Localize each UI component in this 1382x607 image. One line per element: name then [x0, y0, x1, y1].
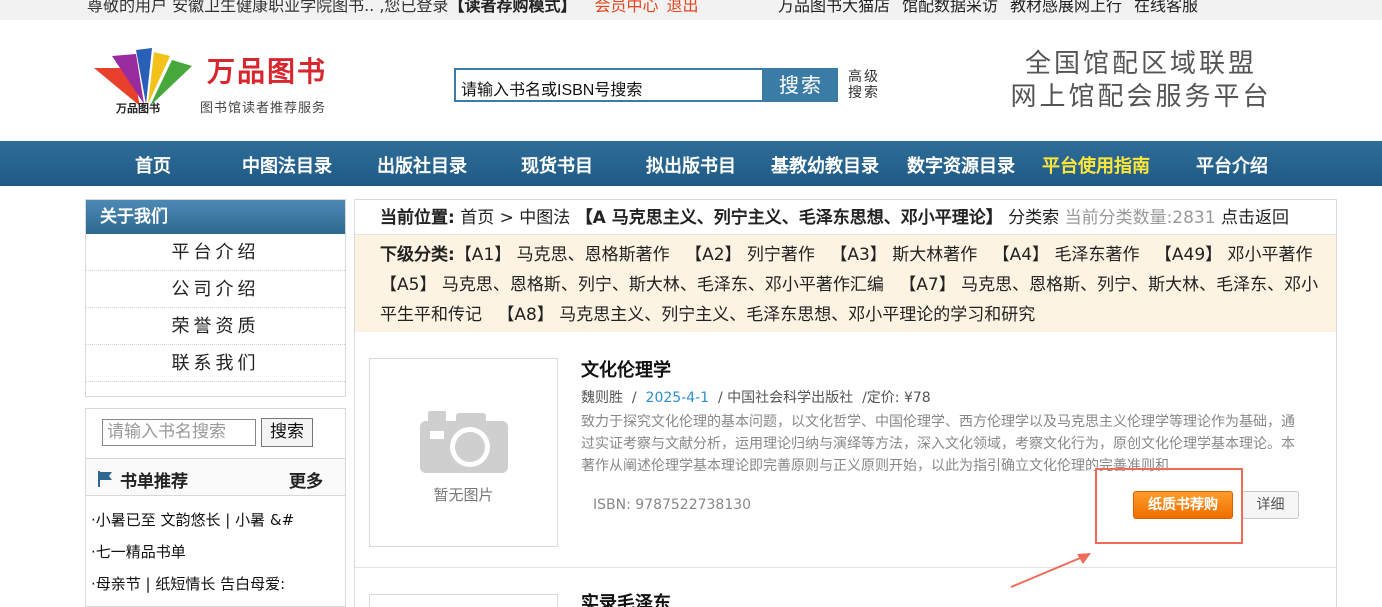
subcategory-a2[interactable]: 【A2】 列宁著作: [685, 245, 815, 265]
rec-item[interactable]: ·小暑已至 文韵悠长 | 小暑 &#: [91, 512, 345, 544]
sidebar-item-contact[interactable]: 联系我们: [86, 345, 345, 382]
nav-publisher-catalog[interactable]: 出版社目录: [377, 152, 467, 178]
nav-digital-catalog[interactable]: 数字资源目录: [907, 152, 1015, 178]
top-link-textbook[interactable]: 教材感展网上行: [1010, 0, 1122, 15]
back-link[interactable]: 点击返回: [1221, 208, 1289, 228]
rec-item[interactable]: ·七一精品书单: [91, 544, 345, 576]
logo-name[interactable]: 万品图书: [207, 50, 327, 90]
top-link-store[interactable]: 万品图书大猫店: [778, 0, 890, 15]
subcategory-list: 下级分类:【A1】 马克思、恩格斯著作 【A2】 列宁著作 【A3】 斯大林著作…: [355, 235, 1336, 332]
book-date: 2025-4-1: [645, 390, 710, 406]
sidebar-search-button[interactable]: 搜索: [261, 418, 313, 447]
search-button[interactable]: 搜索: [764, 68, 838, 102]
breadcrumb-suffix: 分类索: [1008, 208, 1060, 228]
book-isbn: ISBN: 9787522738130: [593, 497, 752, 513]
sidebar-item-honors[interactable]: 荣誉资质: [86, 308, 345, 345]
rec-more-link[interactable]: 更多: [289, 467, 323, 492]
book-title[interactable]: 实录毛泽东: [581, 589, 671, 607]
book-cover[interactable]: 暂无图片: [369, 358, 558, 547]
advanced-search-link[interactable]: 高级搜索: [848, 69, 884, 101]
rec-item[interactable]: ·母亲节 | 纸短情长 告白母爱:: [91, 576, 345, 607]
nav-forthcoming[interactable]: 拟出版书目: [646, 152, 736, 178]
sidebar-about-title: 关于我们: [86, 200, 345, 234]
rec-header: 书单推荐 更多: [86, 458, 345, 496]
category-count: 当前分类数量:2831: [1064, 208, 1216, 228]
sidebar-recommendations: 书单推荐 更多 ·小暑已至 文韵悠长 | 小暑 &# ·七一精品书单 ·母亲节 …: [85, 458, 346, 607]
top-link-support[interactable]: 在线客服: [1134, 0, 1198, 15]
breadcrumb-category: 【A 马克思主义、列宁主义、毛泽东思想、邓小平理论】: [575, 208, 1003, 228]
mode-label: 【读者荐购模式】: [448, 0, 577, 15]
nav-in-stock[interactable]: 现货书目: [521, 152, 593, 178]
breadcrumb-label: 当前位置:: [380, 208, 455, 228]
book-item: 实录毛泽东: [355, 568, 1336, 607]
sidebar-about: 关于我们 平台介绍 公司介绍 荣誉资质 联系我们: [85, 199, 346, 397]
rec-list: ·小暑已至 文韵悠长 | 小暑 &# ·七一精品书单 ·母亲节 | 纸短情长 告…: [86, 496, 345, 607]
sidebar-item-platform[interactable]: 平台介绍: [86, 234, 345, 271]
logo-subtitle: 图书馆读者推荐服务: [200, 101, 327, 116]
book-author: 魏则胜: [581, 390, 623, 406]
book-cover[interactable]: [369, 594, 558, 607]
highlight-box: [1095, 468, 1243, 544]
site-header: 万品图书 万品图书 图书馆读者推荐服务 请输入书名或ISBN号搜索 搜索 高级搜…: [0, 20, 1382, 141]
nav-clc-catalog[interactable]: 中图法目录: [242, 152, 332, 178]
rec-title: 书单推荐: [120, 472, 188, 492]
greeting-text: 尊敬的用户 安徽卫生健康职业学院图书.. ,您已登录: [87, 0, 449, 15]
arrow-icon: [1010, 553, 1091, 588]
sidebar-search-input[interactable]: 请输入书名搜索: [102, 419, 256, 446]
nav-about-platform[interactable]: 平台介绍: [1196, 152, 1268, 178]
user-status: 尊敬的用户 安徽卫生健康职业学院图书.. ,您已登录【读者荐购模式】 会员中心 退出: [87, 0, 698, 16]
subcategory-label: 下级分类:: [380, 245, 455, 265]
sidebar-item-company[interactable]: 公司介绍: [86, 271, 345, 308]
search-input[interactable]: 请输入书名或ISBN号搜索: [454, 68, 764, 102]
subcategory-a3[interactable]: 【A3】 斯大林著作: [830, 245, 977, 265]
breadcrumb-path[interactable]: 首页 > 中图法: [460, 208, 570, 228]
logo-mini-text: 万品图书: [116, 102, 160, 115]
book-price: /定价: ¥78: [862, 390, 931, 406]
flag-icon: [98, 471, 112, 487]
logout-link[interactable]: 退出: [666, 0, 698, 15]
nav-k12-catalog[interactable]: 基教幼教目录: [771, 152, 879, 178]
slogan-line-1: 全国馆配区域联盟: [1024, 49, 1257, 79]
book-title[interactable]: 文化伦理学: [581, 356, 671, 382]
detail-button[interactable]: 详细: [1242, 491, 1299, 519]
sidebar-search: 请输入书名搜索 搜索: [85, 408, 346, 458]
nav-guide[interactable]: 平台使用指南: [1042, 152, 1150, 178]
slogan-line-2: 网上馆配会服务平台: [1010, 82, 1272, 112]
member-center-link[interactable]: 会员中心: [594, 0, 658, 15]
subcategory-a5[interactable]: 【A5】 马克思、恩格斯、列宁、斯大林、毛泽东、邓小平著作汇编: [380, 275, 884, 295]
cover-caption: 暂无图片: [433, 486, 494, 504]
subcategory-a4[interactable]: 【A4】 毛泽东著作: [993, 245, 1140, 265]
nav-home[interactable]: 首页: [135, 152, 171, 178]
book-publisher: 中国社会科学出版社: [727, 390, 854, 406]
subcategory-a8[interactable]: 【A8】 马克思主义、列宁主义、毛泽东思想、邓小平理论的学习和研究: [497, 305, 1035, 325]
breadcrumb: 当前位置: 首页 > 中图法 【A 马克思主义、列宁主义、毛泽东思想、邓小平理论…: [355, 200, 1336, 235]
top-links: 万品图书大猫店 馆配数据采访 教材感展网上行 在线客服: [778, 0, 1210, 16]
main-content: 当前位置: 首页 > 中图法 【A 马克思主义、列宁主义、毛泽东思想、邓小平理论…: [354, 199, 1337, 607]
main-nav: 首页 中图法目录 出版社目录 现货书目 拟出版书目 基教幼教目录 数字资源目录 …: [0, 141, 1382, 186]
camera-icon: [420, 411, 508, 473]
top-bar: 尊敬的用户 安徽卫生健康职业学院图书.. ,您已登录【读者荐购模式】 会员中心 退出…: [0, 0, 1382, 20]
top-link-acquisition[interactable]: 馆配数据采访: [902, 0, 998, 15]
subcategory-a1[interactable]: 【A1】 马克思、恩格斯著作: [455, 245, 670, 265]
subcategory-a49[interactable]: 【A49】 邓小平著作: [1155, 245, 1313, 265]
slogan: 全国馆配区域联盟 网上馆配会服务平台: [1010, 48, 1272, 114]
book-meta: 魏则胜 / 2025-4-1 / 中国社会科学出版社 /定价: ¥78: [581, 390, 931, 406]
